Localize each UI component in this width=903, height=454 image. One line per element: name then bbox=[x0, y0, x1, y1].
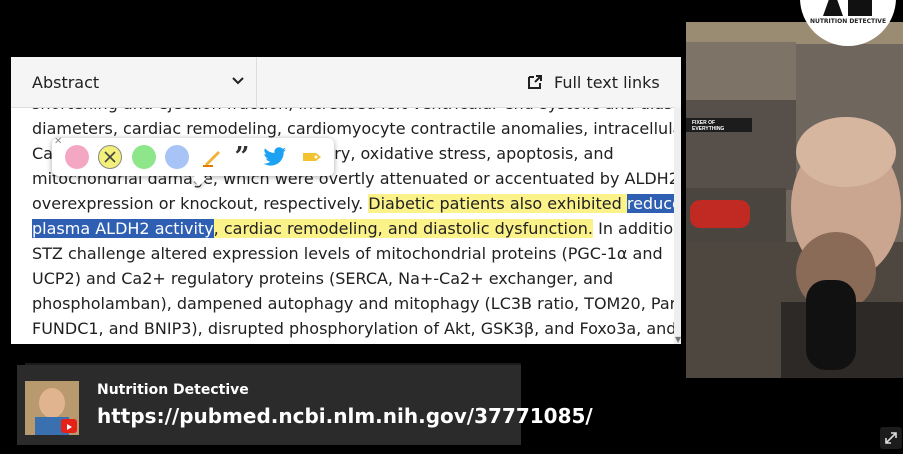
blue-color-icon[interactable] bbox=[165, 145, 189, 169]
highlighted-text: , cardiac remodeling, and diastolic dysf… bbox=[213, 219, 594, 238]
abstract-text-run: phospholamban), dampened autophagy and m… bbox=[32, 294, 681, 313]
presenter-image: FIXER OF EVERYTHING bbox=[686, 22, 903, 378]
abstract-line: plasma ALDH2 activity, cardiac remodelin… bbox=[32, 216, 681, 241]
highlight-toolbar: ✕ ” bbox=[52, 136, 334, 187]
selected-text: reduced bbox=[626, 194, 681, 213]
abstract-line: STZ challenge altered expression levels … bbox=[32, 241, 663, 266]
abstract-panel: shortening and ejection fraction, increa… bbox=[11, 57, 681, 344]
abstract-text-run: FUNDC1, and BNIP3), disrupted phosphoryl… bbox=[32, 319, 677, 338]
quote-icon[interactable]: ” bbox=[230, 142, 254, 172]
abstract-text-run: STZ challenge altered expression levels … bbox=[32, 244, 663, 263]
twitter-icon[interactable] bbox=[263, 145, 287, 169]
abstract-line: phospholamban), dampened autophagy and m… bbox=[32, 291, 681, 316]
highlighted-text: Diabetic patients also exhibited bbox=[368, 194, 627, 213]
full-text-links-button[interactable]: Full text links bbox=[554, 73, 660, 92]
abstract-text-run: In addition, bbox=[593, 219, 681, 238]
panel-header: Abstract Full text links bbox=[11, 57, 681, 108]
abstract-line: FUNDC1, and BNIP3), disrupted phosphoryl… bbox=[32, 316, 676, 341]
tag-icon[interactable] bbox=[300, 145, 324, 169]
abstract-line: overexpression or knockout, respectively… bbox=[32, 191, 681, 216]
section-select[interactable]: Abstract bbox=[32, 73, 99, 92]
source-banner: Nutrition Detective https://pubmed.ncbi.… bbox=[17, 365, 593, 445]
header-divider bbox=[256, 57, 257, 107]
highlighter-pen-icon[interactable] bbox=[200, 145, 224, 169]
abstract-line: UCP2) and Ca2+ regulatory proteins (SERC… bbox=[32, 266, 662, 291]
fullscreen-icon[interactable] bbox=[880, 427, 902, 449]
abstract-text-run: overexpression or knockout, respectively… bbox=[32, 194, 369, 213]
svg-text:EVERYTHING: EVERYTHING bbox=[692, 126, 724, 132]
external-link-icon[interactable] bbox=[527, 74, 543, 90]
scrollbar[interactable]: ▼ bbox=[674, 107, 681, 344]
scroll-down-arrow-icon[interactable]: ▼ bbox=[675, 335, 681, 344]
youtube-icon bbox=[61, 419, 77, 433]
abstract-text-run: diameters, cardiac remodeling, cardiomyo… bbox=[32, 119, 681, 138]
close-icon[interactable]: ✕ bbox=[54, 136, 62, 147]
logo-text: NUTRITION DETECTIVE bbox=[809, 18, 887, 25]
presenter-video: FIXER OF EVERYTHING bbox=[686, 22, 903, 378]
chevron-down-icon[interactable] bbox=[231, 73, 245, 87]
source-url[interactable]: https://pubmed.ncbi.nlm.nih.gov/37771085… bbox=[97, 404, 593, 428]
abstract-text[interactable]: shortening and ejection fraction, increa… bbox=[32, 91, 681, 341]
abstract-text-run: UCP2) and Ca2+ regulatory proteins (SERC… bbox=[32, 269, 614, 288]
logo-mark-icon bbox=[823, 0, 872, 16]
yellow-color-selected-icon[interactable] bbox=[98, 145, 122, 169]
channel-avatar[interactable] bbox=[25, 381, 79, 435]
green-color-icon[interactable] bbox=[132, 145, 156, 169]
channel-name: Nutrition Detective bbox=[97, 382, 249, 398]
selected-text: plasma ALDH2 activity bbox=[32, 219, 214, 238]
pink-color-icon[interactable] bbox=[65, 145, 89, 169]
